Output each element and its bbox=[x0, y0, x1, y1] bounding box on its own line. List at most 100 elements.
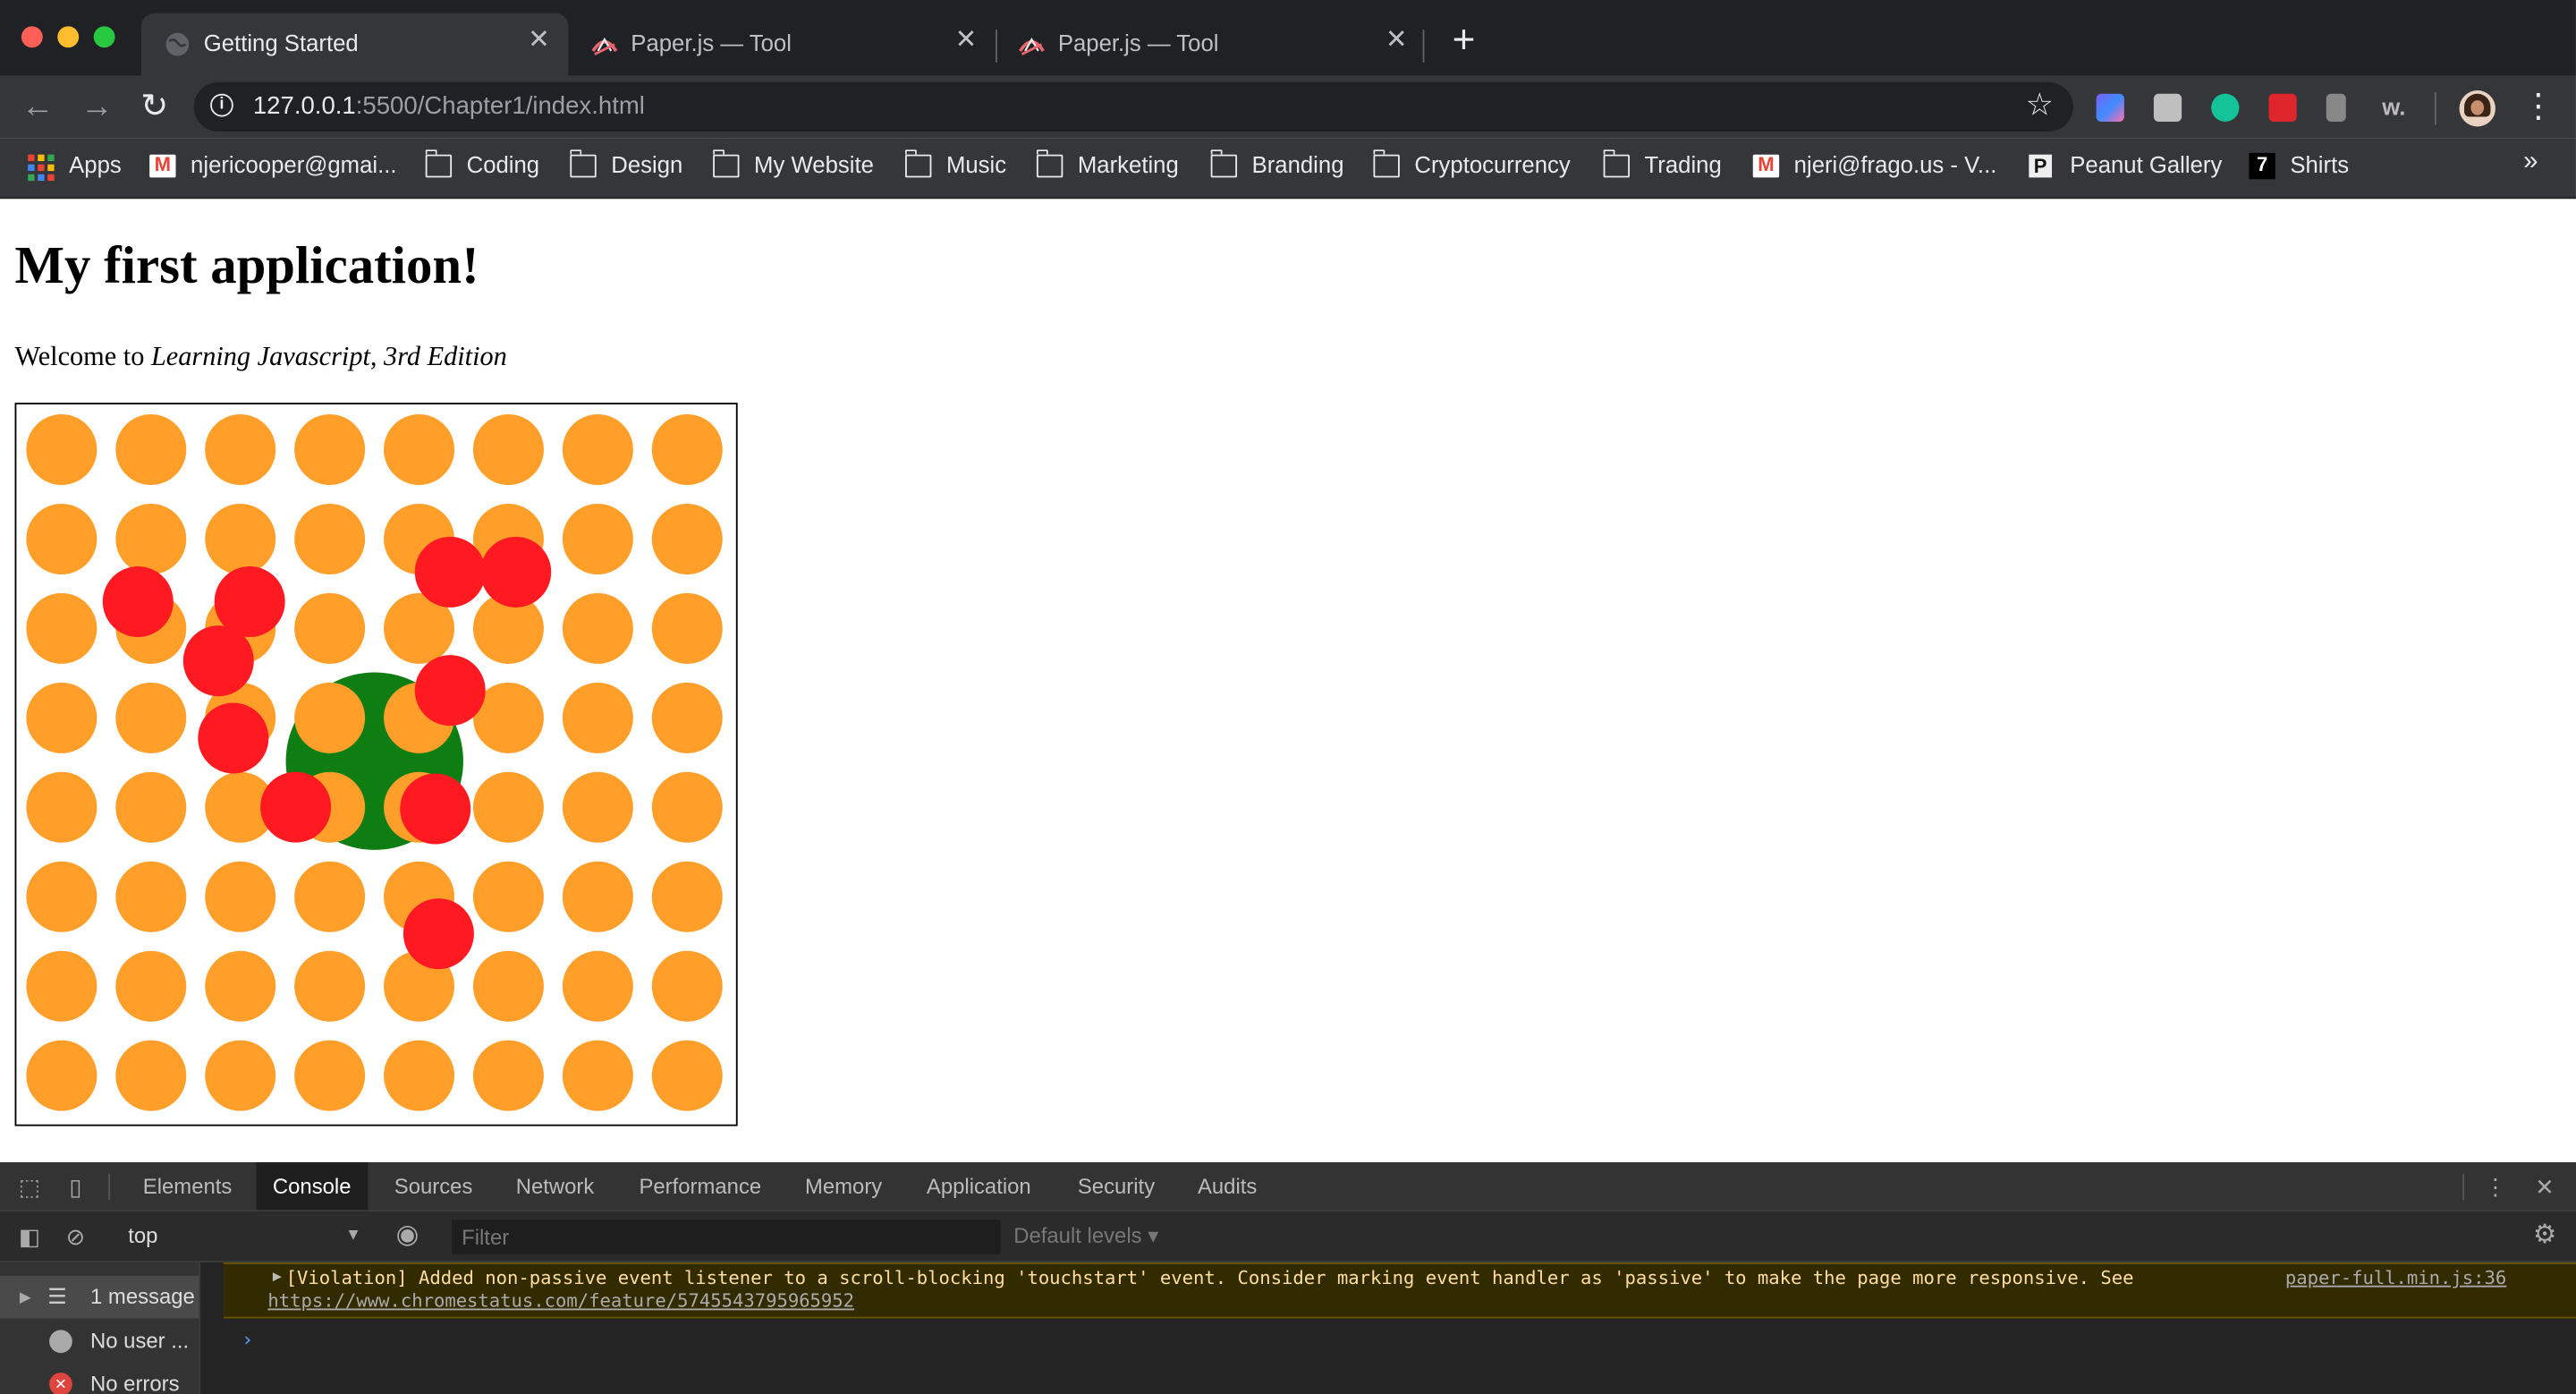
forward-arrow-icon[interactable]: → bbox=[75, 86, 118, 129]
grid-dot bbox=[26, 950, 97, 1022]
device-toolbar-icon[interactable]: ▯ bbox=[63, 1174, 89, 1200]
red-dot bbox=[198, 702, 269, 774]
maximize-window-button[interactable] bbox=[93, 26, 115, 48]
grid-dot bbox=[26, 503, 97, 574]
console-sidebar: ▶ ☰ 1 message No user ... ✕ No errors bbox=[0, 1262, 201, 1394]
browser-toolbar: ← → ↻ i 127.0.0.1:5500/Chapter1/index.ht… bbox=[0, 75, 2576, 139]
sidebar-item-user-messages[interactable]: No user ... bbox=[0, 1320, 199, 1363]
extension-grey-icon[interactable] bbox=[2153, 93, 2182, 122]
expand-arrow-icon[interactable]: ▶ bbox=[20, 1276, 31, 1319]
sidebar-item-messages[interactable]: ▶ ☰ 1 message bbox=[0, 1275, 199, 1319]
eye-icon[interactable]: ◉ bbox=[394, 1222, 420, 1249]
grid-dot bbox=[562, 950, 633, 1022]
grid-dot bbox=[294, 682, 366, 753]
expand-arrow-icon[interactable]: ▶ bbox=[273, 1269, 282, 1285]
wappalyzer-icon[interactable]: w. bbox=[2382, 94, 2415, 122]
avatar[interactable] bbox=[2459, 90, 2496, 127]
page-title: My first application! bbox=[14, 234, 479, 294]
more-menu-icon[interactable]: ⋮ bbox=[2521, 89, 2555, 124]
tab-sources[interactable]: Sources bbox=[377, 1162, 488, 1210]
extension-color-icon[interactable] bbox=[2096, 93, 2124, 122]
red-dot bbox=[182, 625, 254, 697]
tab-elements[interactable]: Elements bbox=[126, 1162, 248, 1210]
console-output[interactable]: ▶ [Violation] Added non-passive event li… bbox=[223, 1262, 2576, 1394]
source-link[interactable]: paper-full.min.js:36 bbox=[2285, 1268, 2506, 1289]
close-tab-icon[interactable]: ✕ bbox=[526, 27, 552, 54]
grid-dot bbox=[26, 682, 97, 753]
caret-down-icon: ▼ bbox=[344, 1226, 362, 1245]
tab-audits[interactable]: Audits bbox=[1182, 1162, 1274, 1210]
tab-title: Getting Started bbox=[203, 30, 359, 56]
toolbar-divider bbox=[2462, 1173, 2465, 1201]
console-warning-message[interactable]: ▶ [Violation] Added non-passive event li… bbox=[223, 1262, 2576, 1319]
chromestatus-link[interactable]: https://www.chromestatus.com/feature/574… bbox=[267, 1290, 854, 1312]
close-window-button[interactable] bbox=[21, 26, 43, 48]
folder-icon bbox=[1602, 149, 1631, 178]
devtools-menu-icon[interactable]: ⋮ bbox=[2482, 1174, 2508, 1200]
grid-dot bbox=[115, 771, 187, 843]
grid-dot bbox=[651, 503, 723, 574]
grid-dot bbox=[294, 413, 366, 486]
back-arrow-icon[interactable]: ← bbox=[16, 86, 59, 129]
grid-dot bbox=[205, 413, 276, 486]
tab-paperjs-tool-1[interactable]: Paper.js — Tool ✕ bbox=[568, 13, 996, 76]
grid-dot bbox=[294, 503, 366, 574]
info-icon[interactable]: i bbox=[210, 93, 233, 117]
tab-performance[interactable]: Performance bbox=[623, 1162, 777, 1210]
minimize-window-button[interactable] bbox=[57, 26, 80, 48]
console-filter-input[interactable] bbox=[452, 1220, 1001, 1254]
grid-dot bbox=[384, 413, 455, 486]
folder-icon bbox=[1036, 149, 1063, 178]
close-tab-icon[interactable]: ✕ bbox=[953, 27, 979, 54]
tab-title: Paper.js — Tool bbox=[631, 30, 792, 56]
inspect-element-icon[interactable]: ⬚ bbox=[16, 1174, 42, 1200]
tab-paperjs-tool-2[interactable]: Paper.js — Tool ✕ bbox=[996, 13, 1423, 76]
context-value: top bbox=[128, 1222, 158, 1248]
tab-getting-started[interactable]: Getting Started ✕ bbox=[140, 13, 569, 76]
paper-canvas[interactable] bbox=[14, 403, 738, 1126]
devtools-panel: ⬚ ▯ Elements Console Sources Network Per… bbox=[0, 1161, 2576, 1394]
more-bookmarks-chevron-icon[interactable]: » bbox=[2523, 148, 2538, 177]
folder-icon bbox=[569, 149, 597, 178]
tab-console[interactable]: Console bbox=[256, 1161, 368, 1211]
grid-dot bbox=[472, 1040, 544, 1111]
grid-dot bbox=[294, 950, 366, 1022]
tab-network[interactable]: Network bbox=[499, 1162, 610, 1210]
shirts-icon: 7 bbox=[2249, 152, 2275, 180]
close-tab-icon[interactable]: ✕ bbox=[1384, 27, 1410, 54]
sidebar-item-errors[interactable]: ✕ No errors bbox=[0, 1363, 199, 1394]
close-devtools-icon[interactable]: ✕ bbox=[2531, 1174, 2557, 1200]
bookmark-star-icon[interactable]: ☆ bbox=[2026, 87, 2054, 124]
extension-bar-icon[interactable] bbox=[2326, 93, 2346, 122]
canvas-artwork[interactable] bbox=[16, 404, 735, 1125]
grid-dot bbox=[562, 1040, 633, 1111]
folder-icon bbox=[424, 149, 453, 178]
tab-application[interactable]: Application bbox=[911, 1162, 1048, 1210]
context-selector[interactable]: top ▼ bbox=[115, 1218, 369, 1254]
folder-icon bbox=[1209, 149, 1238, 178]
grid-dot bbox=[472, 950, 544, 1022]
red-dot bbox=[260, 771, 332, 843]
tab-memory[interactable]: Memory bbox=[789, 1162, 899, 1210]
red-dot bbox=[400, 773, 471, 845]
toolbar-divider bbox=[108, 1173, 111, 1201]
tab-security[interactable]: Security bbox=[1062, 1162, 1172, 1210]
gmail-icon bbox=[149, 153, 176, 178]
red-dot bbox=[102, 565, 174, 637]
reload-icon[interactable]: ↻ bbox=[133, 86, 176, 129]
url-text[interactable]: 127.0.0.1:5500/Chapter1/index.html bbox=[253, 92, 645, 120]
bookmarks-bar: Apps njericooper@gmai... Coding Design M… bbox=[0, 138, 2576, 200]
console-settings-gear-icon[interactable]: ⚙ bbox=[2531, 1222, 2557, 1249]
grid-dot bbox=[651, 1040, 723, 1111]
lastpass-icon[interactable] bbox=[2268, 93, 2297, 122]
new-tab-button[interactable]: + bbox=[1445, 21, 1481, 60]
grid-dot bbox=[26, 861, 97, 932]
devtools-tab-bar: ⬚ ▯ Elements Console Sources Network Per… bbox=[0, 1161, 2576, 1212]
console-prompt-icon[interactable]: › bbox=[242, 1329, 253, 1352]
sidebar-toggle-icon[interactable]: ◧ bbox=[16, 1223, 42, 1249]
clear-console-icon[interactable]: ⊘ bbox=[63, 1223, 89, 1249]
grid-dot bbox=[115, 1040, 187, 1111]
address-bar[interactable]: i 127.0.0.1:5500/Chapter1/index.html ☆ bbox=[193, 81, 2073, 132]
log-levels-dropdown[interactable]: Default levels ▾ bbox=[1013, 1220, 1158, 1253]
grammarly-icon[interactable] bbox=[2211, 93, 2240, 122]
